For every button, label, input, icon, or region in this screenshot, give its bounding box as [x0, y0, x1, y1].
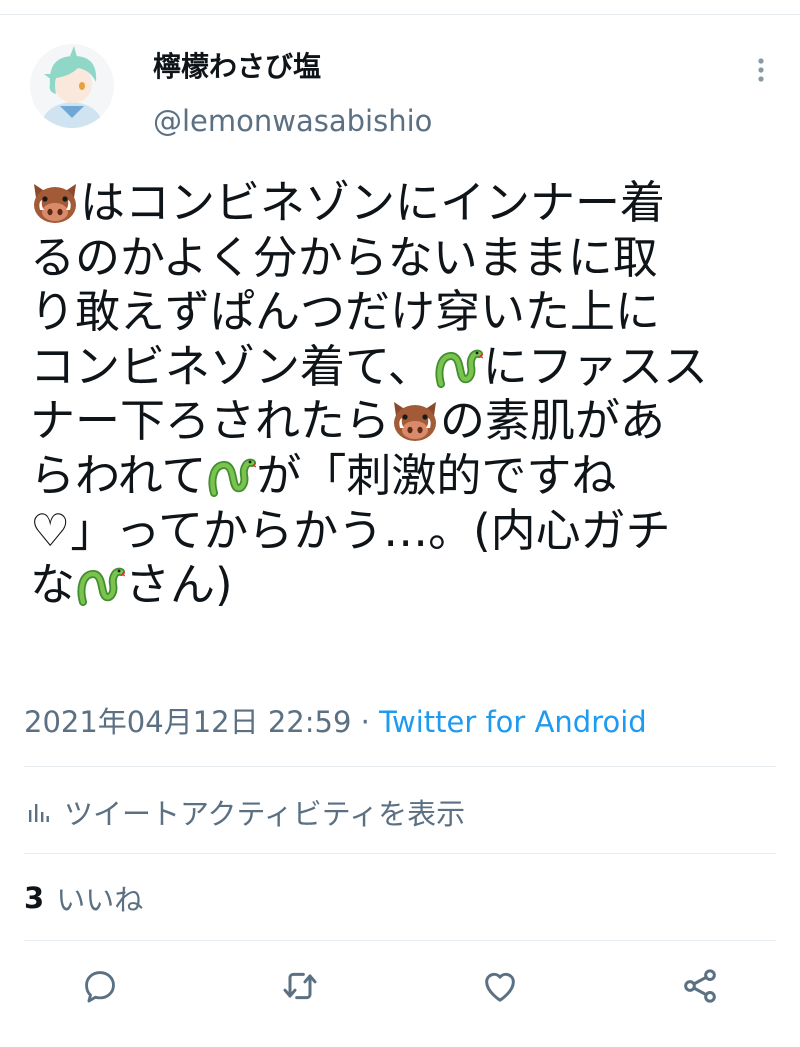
boar-emoji	[390, 398, 440, 444]
tweet-text-segment: が「刺激的ですね	[256, 448, 617, 502]
tweet-text-segment: さん)	[125, 558, 233, 612]
tweet-text-segment: にファスス	[482, 339, 708, 393]
user-handle[interactable]: @lemonwasabishio	[153, 103, 432, 139]
share-icon	[684, 969, 716, 1003]
share-button[interactable]	[678, 964, 722, 1008]
tweet-text-segment: り敢えずぱんつだけ穿いた上に	[30, 285, 661, 339]
reply-icon	[85, 971, 115, 1003]
tweet-actions	[0, 964, 800, 1014]
meta-separator: ·	[351, 705, 380, 739]
tweet-text-segment: ナー下ろされたら	[30, 394, 391, 448]
tweet-meta: 2021年04月12日 22:59 · Twitter for Android	[24, 704, 647, 740]
divider	[24, 853, 776, 854]
bar-chart-icon	[29, 804, 49, 822]
tweet-text-segment: らわれて	[30, 448, 207, 502]
boar-emoji	[30, 180, 80, 226]
tweet-text-segment: コンビネゾン着て、	[30, 339, 433, 393]
tweet-text-segment: な	[30, 558, 76, 612]
heart-icon	[485, 972, 515, 1002]
display-name[interactable]: 檸檬わさび塩	[153, 50, 321, 84]
more-vertical-icon	[758, 58, 764, 82]
tweet-timestamp[interactable]: 2021年04月12日 22:59	[24, 705, 351, 739]
divider	[24, 940, 776, 941]
snake-emoji	[433, 344, 483, 390]
tweet-text: はコンビネゾンにインナー着 るのかよく分からないままに取 り敢えずぱんつだけ穿いた上…	[30, 176, 755, 613]
tweet-text-segment: るのかよく分からないままに取	[30, 230, 658, 284]
retweet-button[interactable]	[278, 964, 322, 1008]
tweet-activity-label: ツイートアクティビティを表示	[64, 797, 466, 831]
tweet-text-segment: はコンビネゾンにインナー着	[80, 176, 666, 229]
tweet-source-link[interactable]: Twitter for Android	[379, 705, 647, 739]
top-divider	[0, 14, 800, 15]
likes-count-link[interactable]: 3 いいね	[24, 878, 143, 918]
avatar[interactable]	[30, 44, 114, 128]
tweet-text-segment: ♡」ってからかう…。(内心ガチ	[30, 503, 671, 557]
reply-button[interactable]	[78, 964, 122, 1008]
likes-label: いいね	[56, 883, 144, 917]
snake-emoji	[206, 453, 257, 499]
likes-count: 3	[24, 881, 45, 915]
divider	[24, 766, 776, 767]
more-options-button[interactable]	[745, 54, 777, 86]
retweet-icon	[283, 972, 317, 1000]
tweet-activity-link[interactable]: ツイートアクティビティを表示	[26, 792, 465, 832]
tweet-text-segment: の素肌があ	[440, 394, 666, 448]
like-button[interactable]	[478, 964, 522, 1008]
snake-emoji	[75, 562, 126, 608]
